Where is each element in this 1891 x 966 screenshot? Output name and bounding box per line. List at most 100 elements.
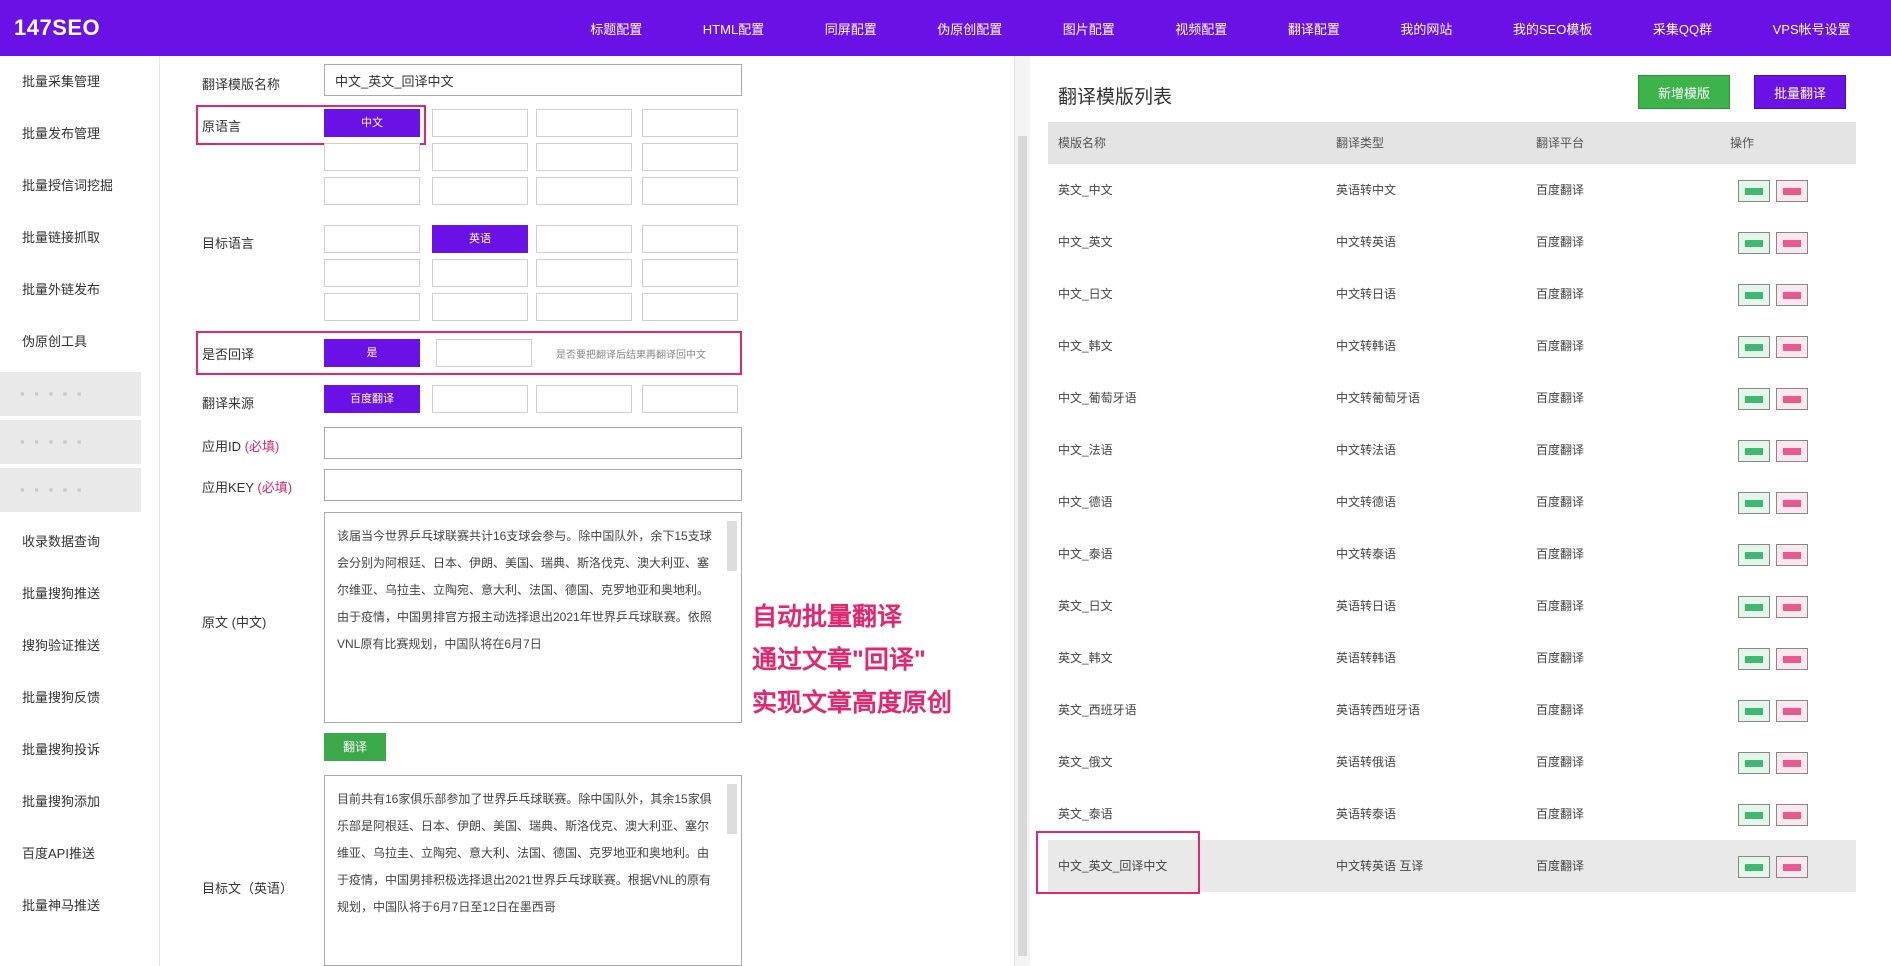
target-language-option-0[interactable]	[324, 225, 420, 253]
table-row[interactable]: 英文_俄文 英语转俄语 百度翻译	[1048, 736, 1856, 788]
table-row[interactable]: 中文_韩文 中文转韩语 百度翻译	[1048, 320, 1856, 372]
delete-button[interactable]	[1776, 700, 1808, 722]
target-language-option-9[interactable]	[432, 293, 528, 321]
sidebar-item-11[interactable]: 搜狗验证推送	[0, 620, 159, 672]
nav-item-9[interactable]: 采集QQ群	[1647, 19, 1718, 38]
target-language-option-6[interactable]	[536, 259, 632, 287]
edit-button[interactable]	[1738, 856, 1770, 878]
nav-item-1[interactable]: HTML配置	[697, 19, 770, 38]
edit-button[interactable]	[1738, 388, 1770, 410]
table-row[interactable]: 英文_日文 英语转日语 百度翻译	[1048, 580, 1856, 632]
target-language-option-2[interactable]	[536, 225, 632, 253]
app-id-input[interactable]	[324, 427, 742, 459]
source-language-option-7[interactable]	[642, 143, 738, 171]
sidebar-item-14[interactable]: 批量搜狗添加	[0, 776, 159, 828]
sidebar-item-2[interactable]: 批量授信词挖掘	[0, 160, 159, 212]
template-name-input[interactable]	[324, 64, 742, 96]
delete-button[interactable]	[1776, 544, 1808, 566]
sidebar-item-8[interactable]: ▪ ▪ ▪ ▪ ▪	[0, 468, 141, 512]
delete-button[interactable]	[1776, 388, 1808, 410]
sidebar-item-15[interactable]: 百度API推送	[0, 828, 159, 880]
source-language-option-11[interactable]	[642, 177, 738, 205]
engine-option-2[interactable]	[432, 385, 528, 413]
edit-button[interactable]	[1738, 284, 1770, 306]
table-row[interactable]: 中文_泰语 中文转泰语 百度翻译	[1048, 528, 1856, 580]
edit-button[interactable]	[1738, 336, 1770, 358]
edit-button[interactable]	[1738, 700, 1770, 722]
sidebar-item-10[interactable]: 批量搜狗推送	[0, 568, 159, 620]
add-template-button[interactable]: 新增模版	[1638, 75, 1730, 109]
target-language-option-7[interactable]	[642, 259, 738, 287]
edit-button[interactable]	[1738, 648, 1770, 670]
brand-logo[interactable]: 147SEO	[0, 15, 560, 41]
delete-button[interactable]	[1776, 492, 1808, 514]
sidebar-item-13[interactable]: 批量搜狗投诉	[0, 724, 159, 776]
edit-button[interactable]	[1738, 180, 1770, 202]
nav-item-8[interactable]: 我的SEO模板	[1507, 19, 1598, 38]
delete-button[interactable]	[1776, 232, 1808, 254]
edit-button[interactable]	[1738, 752, 1770, 774]
source-language-option-8[interactable]	[324, 177, 420, 205]
back-translate-yes[interactable]: 是	[324, 339, 420, 367]
engine-baidu[interactable]: 百度翻译	[324, 385, 420, 413]
source-language-option-0[interactable]: 中文	[324, 109, 420, 137]
source-language-option-3[interactable]	[642, 109, 738, 137]
nav-item-6[interactable]: 翻译配置	[1282, 19, 1346, 38]
edit-button[interactable]	[1738, 232, 1770, 254]
sidebar-item-0[interactable]: 批量采集管理	[0, 56, 159, 108]
sidebar-item-4[interactable]: 批量外链发布	[0, 264, 159, 316]
edit-button[interactable]	[1738, 544, 1770, 566]
sidebar-item-16[interactable]: 批量神马推送	[0, 880, 159, 932]
sidebar-item-6[interactable]: ▪ ▪ ▪ ▪ ▪	[0, 372, 141, 416]
delete-button[interactable]	[1776, 804, 1808, 826]
batch-translate-button[interactable]: 批量翻译	[1754, 75, 1846, 109]
target-textarea-scrollbar[interactable]	[727, 784, 737, 834]
sidebar-item-12[interactable]: 批量搜狗反馈	[0, 672, 159, 724]
nav-item-10[interactable]: VPS帐号设置	[1767, 19, 1857, 38]
original-textarea[interactable]: 该届当今世界乒乓球联赛共计16支球会参与。除中国队外，余下15支球会分别为阿根廷…	[324, 512, 742, 723]
edit-button[interactable]	[1738, 804, 1770, 826]
sidebar-item-9[interactable]: 收录数据查询	[0, 516, 159, 568]
panel-divider-scrollbar[interactable]	[1014, 56, 1030, 966]
source-language-option-2[interactable]	[536, 109, 632, 137]
target-textarea[interactable]: 目前共有16家俱乐部参加了世界乒乓球联赛。除中国队外，其余15家俱乐部是阿根廷、…	[324, 775, 742, 966]
nav-item-4[interactable]: 图片配置	[1057, 19, 1121, 38]
target-language-option-3[interactable]	[642, 225, 738, 253]
table-row[interactable]: 中文_法语 中文转法语 百度翻译	[1048, 424, 1856, 476]
app-key-input[interactable]	[324, 469, 742, 501]
source-language-option-4[interactable]	[324, 143, 420, 171]
sidebar-item-5[interactable]: 伪原创工具	[0, 316, 159, 368]
edit-button[interactable]	[1738, 440, 1770, 462]
target-language-option-11[interactable]	[642, 293, 738, 321]
delete-button[interactable]	[1776, 648, 1808, 670]
nav-item-3[interactable]: 伪原创配置	[931, 19, 1008, 38]
target-language-option-8[interactable]	[324, 293, 420, 321]
delete-button[interactable]	[1776, 856, 1808, 878]
table-row[interactable]: 中文_英文 中文转英语 百度翻译	[1048, 216, 1856, 268]
edit-button[interactable]	[1738, 596, 1770, 618]
delete-button[interactable]	[1776, 596, 1808, 618]
delete-button[interactable]	[1776, 336, 1808, 358]
back-translate-no[interactable]	[436, 339, 532, 367]
delete-button[interactable]	[1776, 284, 1808, 306]
table-row[interactable]: 中文_葡萄牙语 中文转葡萄牙语 百度翻译	[1048, 372, 1856, 424]
engine-option-4[interactable]	[642, 385, 738, 413]
source-language-option-10[interactable]	[536, 177, 632, 205]
target-language-option-4[interactable]	[324, 259, 420, 287]
source-language-option-6[interactable]	[536, 143, 632, 171]
delete-button[interactable]	[1776, 440, 1808, 462]
target-language-option-1[interactable]: 英语	[432, 225, 528, 253]
source-language-option-5[interactable]	[432, 143, 528, 171]
nav-item-7[interactable]: 我的网站	[1394, 19, 1458, 38]
table-row[interactable]: 英文_中文 英语转中文 百度翻译	[1048, 164, 1856, 216]
delete-button[interactable]	[1776, 180, 1808, 202]
delete-button[interactable]	[1776, 752, 1808, 774]
nav-item-2[interactable]: 同屏配置	[819, 19, 883, 38]
nav-item-0[interactable]: 标题配置	[584, 19, 648, 38]
table-row[interactable]: 英文_韩文 英语转韩语 百度翻译	[1048, 632, 1856, 684]
sidebar-item-3[interactable]: 批量链接抓取	[0, 212, 159, 264]
sidebar-item-7[interactable]: ▪ ▪ ▪ ▪ ▪	[0, 420, 141, 464]
table-row[interactable]: 中文_日文 中文转日语 百度翻译	[1048, 268, 1856, 320]
original-textarea-scrollbar[interactable]	[727, 521, 737, 571]
panel-divider-scroll-thumb[interactable]	[1018, 136, 1027, 956]
